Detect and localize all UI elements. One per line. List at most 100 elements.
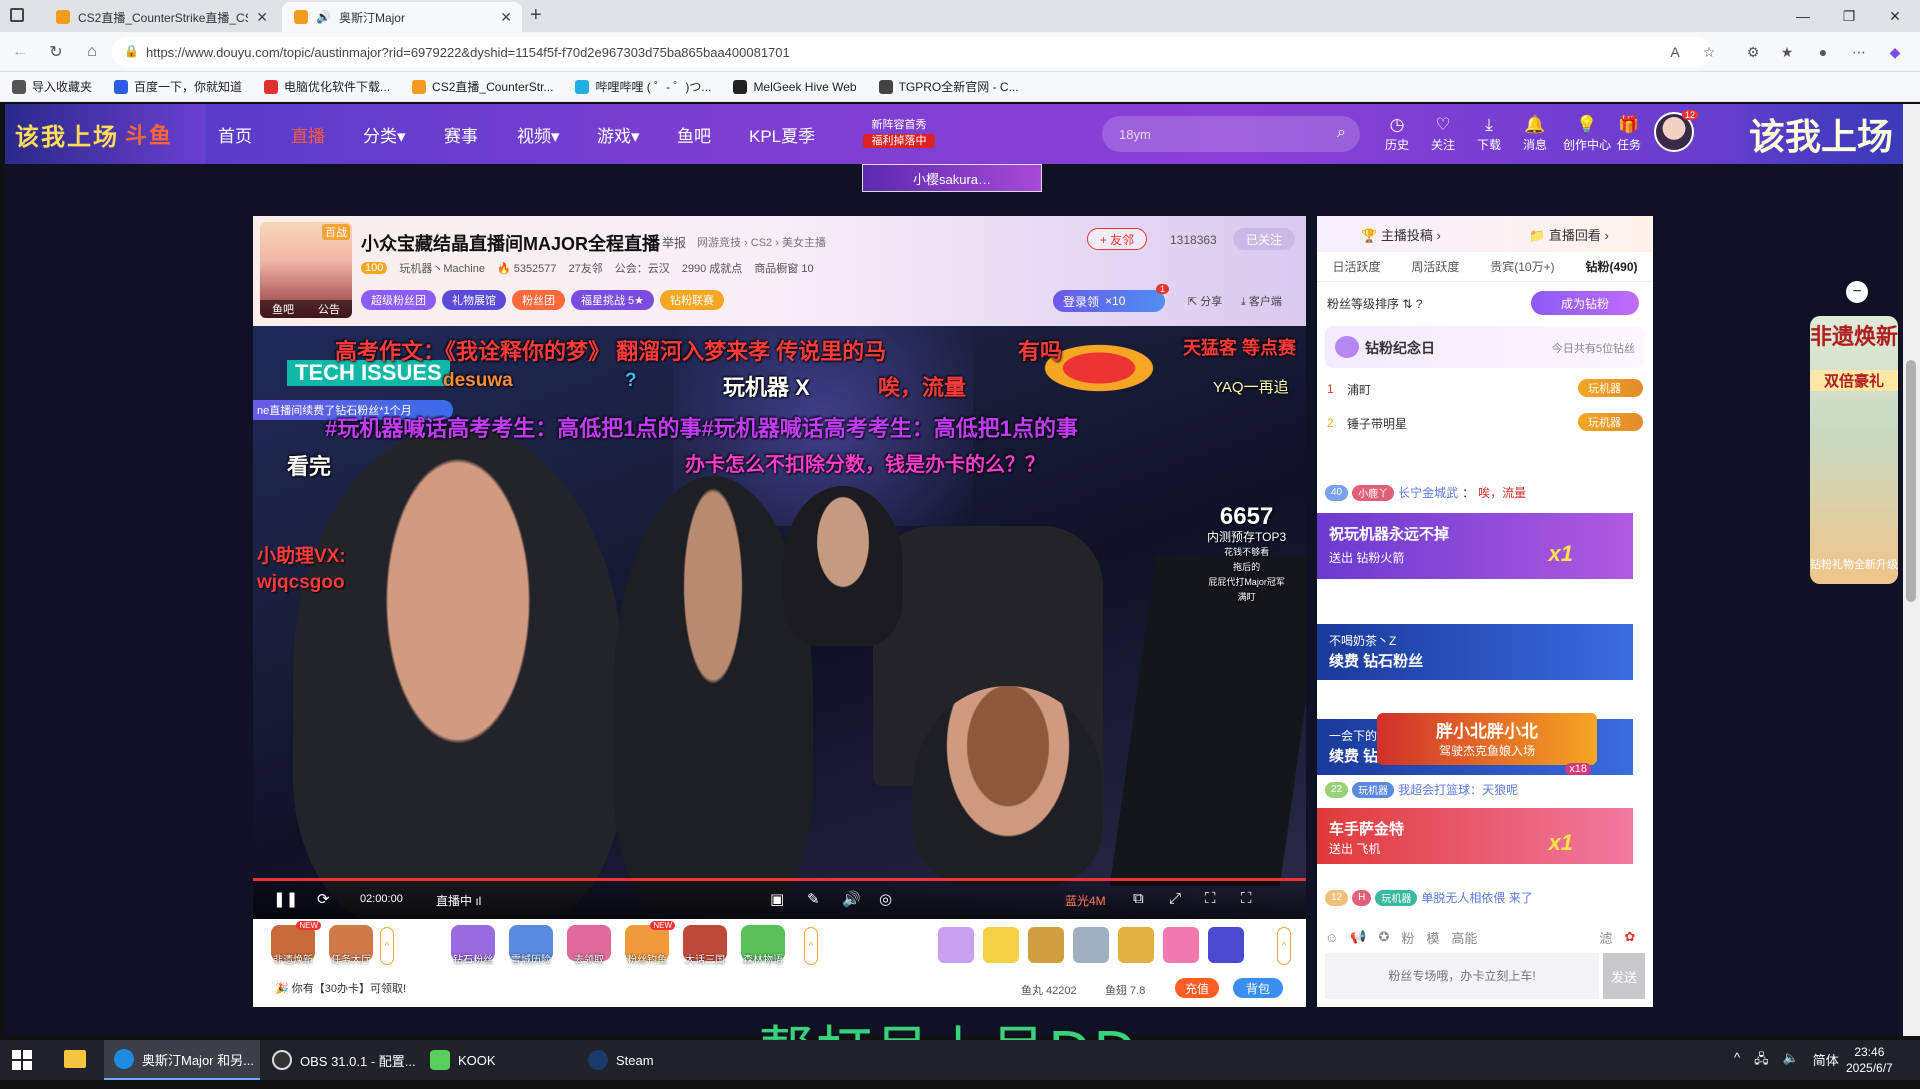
webpage-fullscreen-icon[interactable]: ⤢ [1169,890,1181,907]
chat-message[interactable]: 12 H 玩机器 单脱无人相依偎 来了 [1325,889,1643,906]
shop-window[interactable]: 商品橱窗 10 [754,260,813,276]
room-badge[interactable]: 礼物展馆 [442,290,506,310]
activity-snow-city[interactable]: 雪城历险 [503,925,559,966]
emoji-icon[interactable]: ☺ [1325,930,1338,945]
new-tab-button[interactable]: + [530,4,542,27]
nav-kpl[interactable]: KPL夏季 [749,122,815,147]
sort-selector[interactable]: 粉丝等级排序 ⇅ ? [1327,295,1422,312]
activity-feihuanxin[interactable]: NEW 非遗焕新 [265,921,321,966]
fan-icon[interactable]: 粉 [1401,928,1414,947]
expand-mid-button[interactable]: ^ [804,927,818,965]
browser-tab-major[interactable]: 🔊 奥斯汀Major ✕ [282,2,522,32]
danmu-toggle-icon[interactable]: ◎ [879,890,892,908]
achievement-points[interactable]: 2990 成就点 [682,260,743,276]
history-button[interactable]: ◷ 历史 [1377,114,1417,153]
followed-button[interactable]: 已关注 [1233,228,1295,250]
volume-tray-icon[interactable]: 🔈 [1783,1050,1799,1072]
more-menu-icon[interactable]: ⋯ [1848,41,1870,63]
taskbar-app-obs[interactable]: OBS 31.0.1 - 配置... [262,1040,418,1080]
pip-icon[interactable]: ⧉ [1133,890,1144,907]
friends-count[interactable]: 27友邻 [569,260,603,276]
edit-icon[interactable]: ✎ [807,890,820,908]
copilot-icon[interactable]: ◆ [1884,41,1906,63]
gift-crystal-icon[interactable] [938,927,974,963]
back-icon[interactable]: ← [8,40,32,64]
share-button[interactable]: ⇱ 分享 [1188,293,1222,309]
become-diamond-button[interactable]: 成为钻粉 [1531,291,1639,315]
chat-message[interactable]: 22 玩机器 我超会打篮球：天狼呢 [1325,781,1643,798]
streamer-posts-link[interactable]: 🏆 主播投稿 › [1361,225,1441,244]
creator-center-button[interactable]: 💡 创作中心 [1561,114,1613,153]
chat-input[interactable] [1325,953,1599,999]
messages-button[interactable]: 🔔 消息 [1515,114,1555,153]
home-icon[interactable]: ⌂ [80,40,104,64]
room-badge[interactable]: 钻粉联赛 [660,290,725,310]
search-input[interactable]: 18ym ⌕ [1102,116,1360,152]
lock-icon[interactable]: 🔒 [124,44,139,58]
client-button[interactable]: ⤓ 客户端 [1241,293,1282,309]
volume-icon[interactable]: 🔊 [842,890,861,908]
advanced-icon[interactable]: 高能 [1451,928,1477,947]
gift-helmet-icon[interactable] [1028,927,1064,963]
nav-live[interactable]: 直播 [291,122,325,147]
gift-lightning-icon[interactable] [983,927,1019,963]
breadcrumb[interactable]: 网游竞技 › CS2 › 美女主播 [697,234,826,250]
close-tab-icon[interactable]: ✕ [256,9,268,26]
bookmark-item[interactable]: TGPRO全新官网 - C... [878,78,1019,95]
broadcast-icon[interactable]: 📢 [1350,929,1366,945]
expand-right-button[interactable]: ^ [1277,927,1291,965]
tab-daily[interactable]: 日活跃度 [1332,258,1380,275]
system-clock[interactable]: 23:46 2025/6/7 [1846,1044,1893,1076]
rank-row[interactable]: 2 锤子带明星 玩机器 [1327,410,1643,436]
announcement-link[interactable]: 公告 [318,301,340,317]
tab-vip[interactable]: 贵宾(10万+) [1490,258,1554,275]
tab-diamond[interactable]: 钻粉(490) [1586,258,1638,275]
replay-link[interactable]: 📁 直播回看 › [1529,225,1609,244]
login-claim-button[interactable]: 登录领 ×10 1 [1053,284,1169,312]
activity-fan-fishing[interactable]: NEW 粉丝钓鱼 [619,921,675,966]
medal-icon[interactable]: ✪ [1378,929,1389,945]
nav-events[interactable]: 赛事 [444,122,478,147]
red-packet-icon[interactable]: ✿ [1624,929,1635,945]
add-friend-button[interactable]: + 友邻 [1087,228,1147,250]
speaker-icon[interactable]: 🔊 [316,10,331,24]
input-language[interactable]: 简体 [1813,1050,1839,1072]
bookmark-item[interactable]: CS2直播_CounterStr... [412,78,553,95]
extensions-icon[interactable]: ⚙ [1742,41,1764,63]
side-promo-banner[interactable]: 非遗焕新 双倍豪礼 钻粉礼物全新升级 [1810,316,1898,584]
taskbar-app-steam[interactable]: Steam [578,1040,734,1080]
tab-actions-icon[interactable] [10,8,24,22]
fullscreen-icon[interactable]: ⛶ [1241,890,1252,907]
minimize-button[interactable]: — [1780,0,1826,32]
bookmark-item[interactable]: MelGeek Hive Web [733,79,857,94]
expand-left-button[interactable]: ^ [380,927,394,965]
bookmark-item[interactable]: 哔哩哔哩 ( ゜- ゜)つ... [575,78,711,95]
profile-icon[interactable]: ● [1812,41,1834,63]
site-logo[interactable]: 该我上场 斗鱼 [5,104,205,164]
replay-icon[interactable]: ⟳ [317,890,330,908]
bookmark-item[interactable]: 电脑优化软件下载... [264,78,390,95]
maximize-button[interactable]: ❐ [1826,0,1872,32]
room-badge[interactable]: 粉丝团 [512,290,565,310]
top-banner[interactable]: 小樱sakura… [862,164,1042,192]
streamer-avatar[interactable]: 百战 鱼吧 公告 [260,222,352,318]
taskbar-app-kook[interactable]: KOOK [420,1040,576,1080]
close-window-button[interactable]: ✕ [1872,0,1918,32]
theater-icon[interactable]: ⛶ [1205,890,1216,907]
windows-start-icon[interactable] [12,1050,32,1070]
activity-diamond-fans[interactable]: 钻石粉丝 [445,925,501,966]
user-avatar[interactable]: 12 [1654,110,1698,152]
chat-user[interactable]: 长宁金城武 [1398,484,1458,501]
pause-icon[interactable]: ❚❚ [273,890,298,908]
chat-message[interactable]: 40 小鹿丫 长宁金城武： 唉，流量 [1325,484,1643,501]
follow-button[interactable]: ♡ 关注 [1423,114,1463,153]
recharge-button[interactable]: 充值 [1175,978,1219,998]
quality-selector[interactable]: 蓝光4M [1065,892,1106,909]
activity-forest-story[interactable]: 森林物语 [735,925,791,966]
video-player[interactable]: TECH ISSUES ne直播间续费了钻石粉丝*1个月 YAQ一再追 高考作文… [253,326,1306,919]
nav-games[interactable]: 游戏▾ [597,122,640,147]
gift-gold-bar-icon[interactable] [1118,927,1154,963]
room-badge[interactable]: 福星挑战 5★ [571,290,655,310]
send-button[interactable]: 发送 [1603,953,1645,999]
collapse-icon[interactable]: − [1846,281,1868,303]
